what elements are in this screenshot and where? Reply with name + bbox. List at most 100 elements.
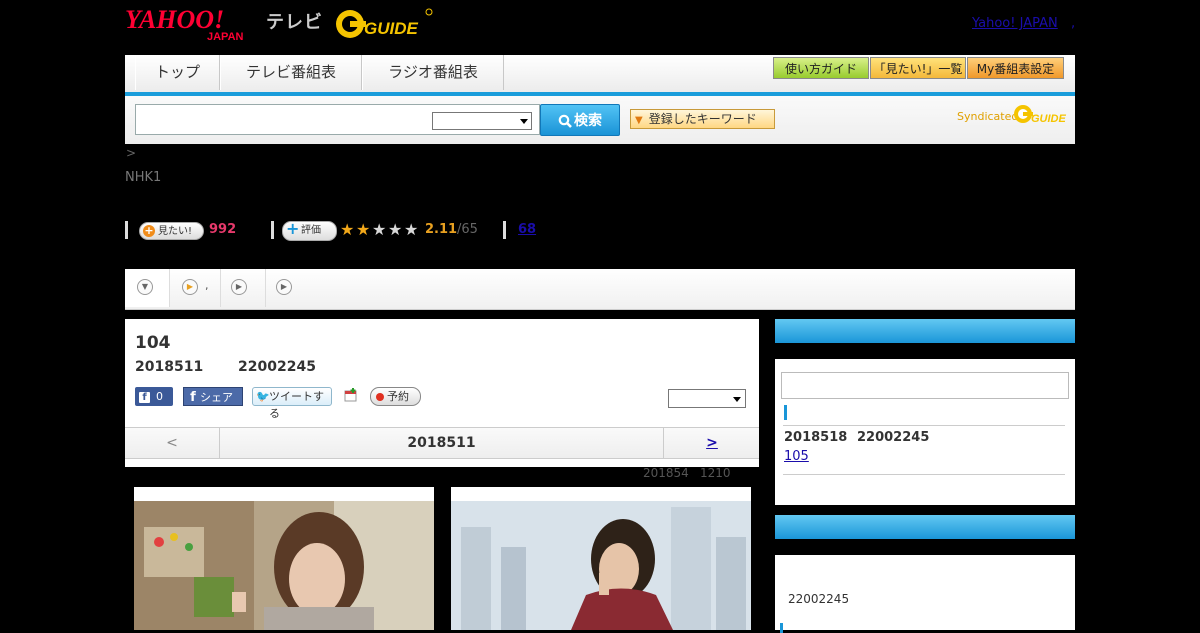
search-bar: 検索 ▼ 登録したキーワード Syndicated GUIDE <box>125 96 1075 144</box>
tab-second[interactable]: ▶ , <box>170 269 221 307</box>
sidebar-header <box>775 515 1075 539</box>
header-separator: , <box>1071 16 1076 31</box>
next-broadcast-date: 2018518 <box>784 430 848 445</box>
svg-text:GUIDE: GUIDE <box>1031 113 1067 125</box>
nav-tab-tv-schedule[interactable]: テレビ番組表 <box>220 55 362 90</box>
program-photo-1[interactable] <box>134 487 434 630</box>
next-broadcast-time: 22002245 <box>857 430 930 445</box>
chevron-down-icon <box>520 119 528 124</box>
review-count-link[interactable]: 68 <box>518 222 536 237</box>
star-icon: ★ <box>356 220 371 239</box>
divider <box>503 221 506 239</box>
rating-score: 2.11 <box>425 222 458 237</box>
facebook-like-count: 0 <box>156 390 163 403</box>
facebook-like-button[interactable]: f0 <box>135 387 173 406</box>
play-icon: ▶ <box>231 279 247 295</box>
record-icon <box>376 393 384 401</box>
tab-detail[interactable]: ▼ <box>125 269 170 307</box>
syndicated-label: Syndicated <box>957 110 1019 123</box>
mitai-button[interactable]: + 見たい! <box>139 222 204 240</box>
divider <box>271 221 274 239</box>
episode-navigation: < 2018511 > <box>125 427 759 459</box>
divider <box>125 221 128 239</box>
section-marker <box>784 405 787 420</box>
next-episode-link[interactable]: 105 <box>784 449 809 464</box>
star-icon: ★ <box>388 220 403 239</box>
option-select[interactable] <box>668 389 746 408</box>
sidebar-broadcast-info: 22002245 <box>775 515 1075 633</box>
play-icon: ▶ <box>182 279 198 295</box>
tab-third[interactable]: ▶ <box>221 269 266 307</box>
plus-icon: + <box>286 219 300 238</box>
channel-name: NHK1 <box>125 170 162 185</box>
rate-button-label: 評価 <box>301 225 321 236</box>
add-to-calendar-icon[interactable] <box>344 388 358 402</box>
broadcast-date: 2018511 <box>135 359 204 375</box>
tab-fourth[interactable]: ▶ <box>266 269 310 307</box>
next-episode-link[interactable]: > <box>706 435 718 451</box>
gguide-logo[interactable]: GUIDE <box>334 6 434 42</box>
nav-tab-top[interactable]: トップ <box>135 55 220 90</box>
tweet-label: ツイートする <box>269 390 324 420</box>
usage-guide-button[interactable]: 使い方ガイド <box>773 57 869 79</box>
rate-button[interactable]: + 評価 <box>282 221 337 241</box>
svg-text:GUIDE: GUIDE <box>364 19 419 38</box>
program-tabs: ▼ ▶ , ▶ ▶ <box>125 269 1075 310</box>
plus-icon: + <box>143 224 155 237</box>
chevron-down-icon <box>733 397 741 402</box>
nav-tab-radio-schedule[interactable]: ラジオ番組表 <box>362 55 504 90</box>
search-category-select[interactable] <box>432 112 532 130</box>
divider <box>783 425 1065 426</box>
section-marker <box>780 623 783 633</box>
search-button-label: 検索 <box>574 113 602 129</box>
program-photo-2[interactable] <box>451 487 751 630</box>
sidebar-band <box>775 343 1075 359</box>
yahoo-japan-link[interactable]: Yahoo! JAPAN <box>972 16 1058 31</box>
main-nav: トップ テレビ番組表 ラジオ番組表 使い方ガイド 「見たい!」一覧 My番組表設… <box>125 55 1075 96</box>
tab-second-label: , <box>205 279 209 292</box>
mitai-button-label: 見たい! <box>158 226 193 237</box>
facebook-share-button[interactable]: f シェア <box>183 387 243 406</box>
gguide-small-logo: GUIDE <box>1014 105 1067 125</box>
star-icon: ★ <box>372 220 387 239</box>
next-episode-button[interactable]: > <box>663 428 760 458</box>
rating-count: /65 <box>457 222 478 237</box>
saved-keywords-button[interactable]: ▼ 登録したキーワード <box>630 109 775 129</box>
facebook-icon: f <box>139 392 150 403</box>
search-icon <box>558 114 572 128</box>
sidebar-next-broadcast: 2018518 22002245 105 <box>775 319 1075 505</box>
sidebar-band <box>775 539 1075 555</box>
reserve-label: 予約 <box>387 390 409 403</box>
facebook-share-label: シェア <box>200 391 233 404</box>
current-episode-date: 2018511 <box>407 435 476 451</box>
broadcast-time: 22002245 <box>788 592 850 606</box>
photo-woman-phone-image <box>451 487 751 630</box>
program-info-panel: 104 2018511 22002245 f0 f シェア 🐦 ツイートする 予約 … <box>125 319 759 467</box>
play-icon: ▶ <box>276 279 292 295</box>
breadcrumb[interactable]: > <box>126 146 136 160</box>
divider <box>783 474 1065 475</box>
sidebar-search-input[interactable] <box>781 372 1069 399</box>
updated-time: 1210 <box>700 466 731 480</box>
tv-label: テレビ <box>266 12 323 33</box>
svg-text:YAHOO!: YAHOO! <box>125 6 224 34</box>
triangle-down-icon: ▼ <box>635 115 643 126</box>
tweet-button[interactable]: 🐦 ツイートする <box>252 387 332 420</box>
sidebar-header <box>775 319 1075 343</box>
my-schedule-settings-button[interactable]: My番組表設定 <box>967 57 1064 79</box>
svg-text:JAPAN: JAPAN <box>207 31 244 42</box>
search-button[interactable]: 検索 <box>540 104 620 136</box>
yahoo-japan-logo[interactable]: YAHOO! JAPAN <box>125 6 261 42</box>
episode-number: 104 <box>135 333 171 353</box>
broadcast-time: 22002245 <box>238 359 316 375</box>
updated-date: 201854 <box>643 466 689 480</box>
facebook-icon: f <box>190 390 196 405</box>
star-icon: ★ <box>404 220 419 239</box>
reserve-button[interactable]: 予約 <box>370 387 421 406</box>
previous-episode-button[interactable]: < <box>125 428 220 458</box>
chevron-down-icon: ▼ <box>137 279 153 295</box>
mitai-list-button[interactable]: 「見たい!」一覧 <box>870 57 966 79</box>
photo-woman-desk-image <box>134 487 434 630</box>
star-icon: ★ <box>340 220 355 239</box>
mitai-count: 992 <box>209 222 237 237</box>
